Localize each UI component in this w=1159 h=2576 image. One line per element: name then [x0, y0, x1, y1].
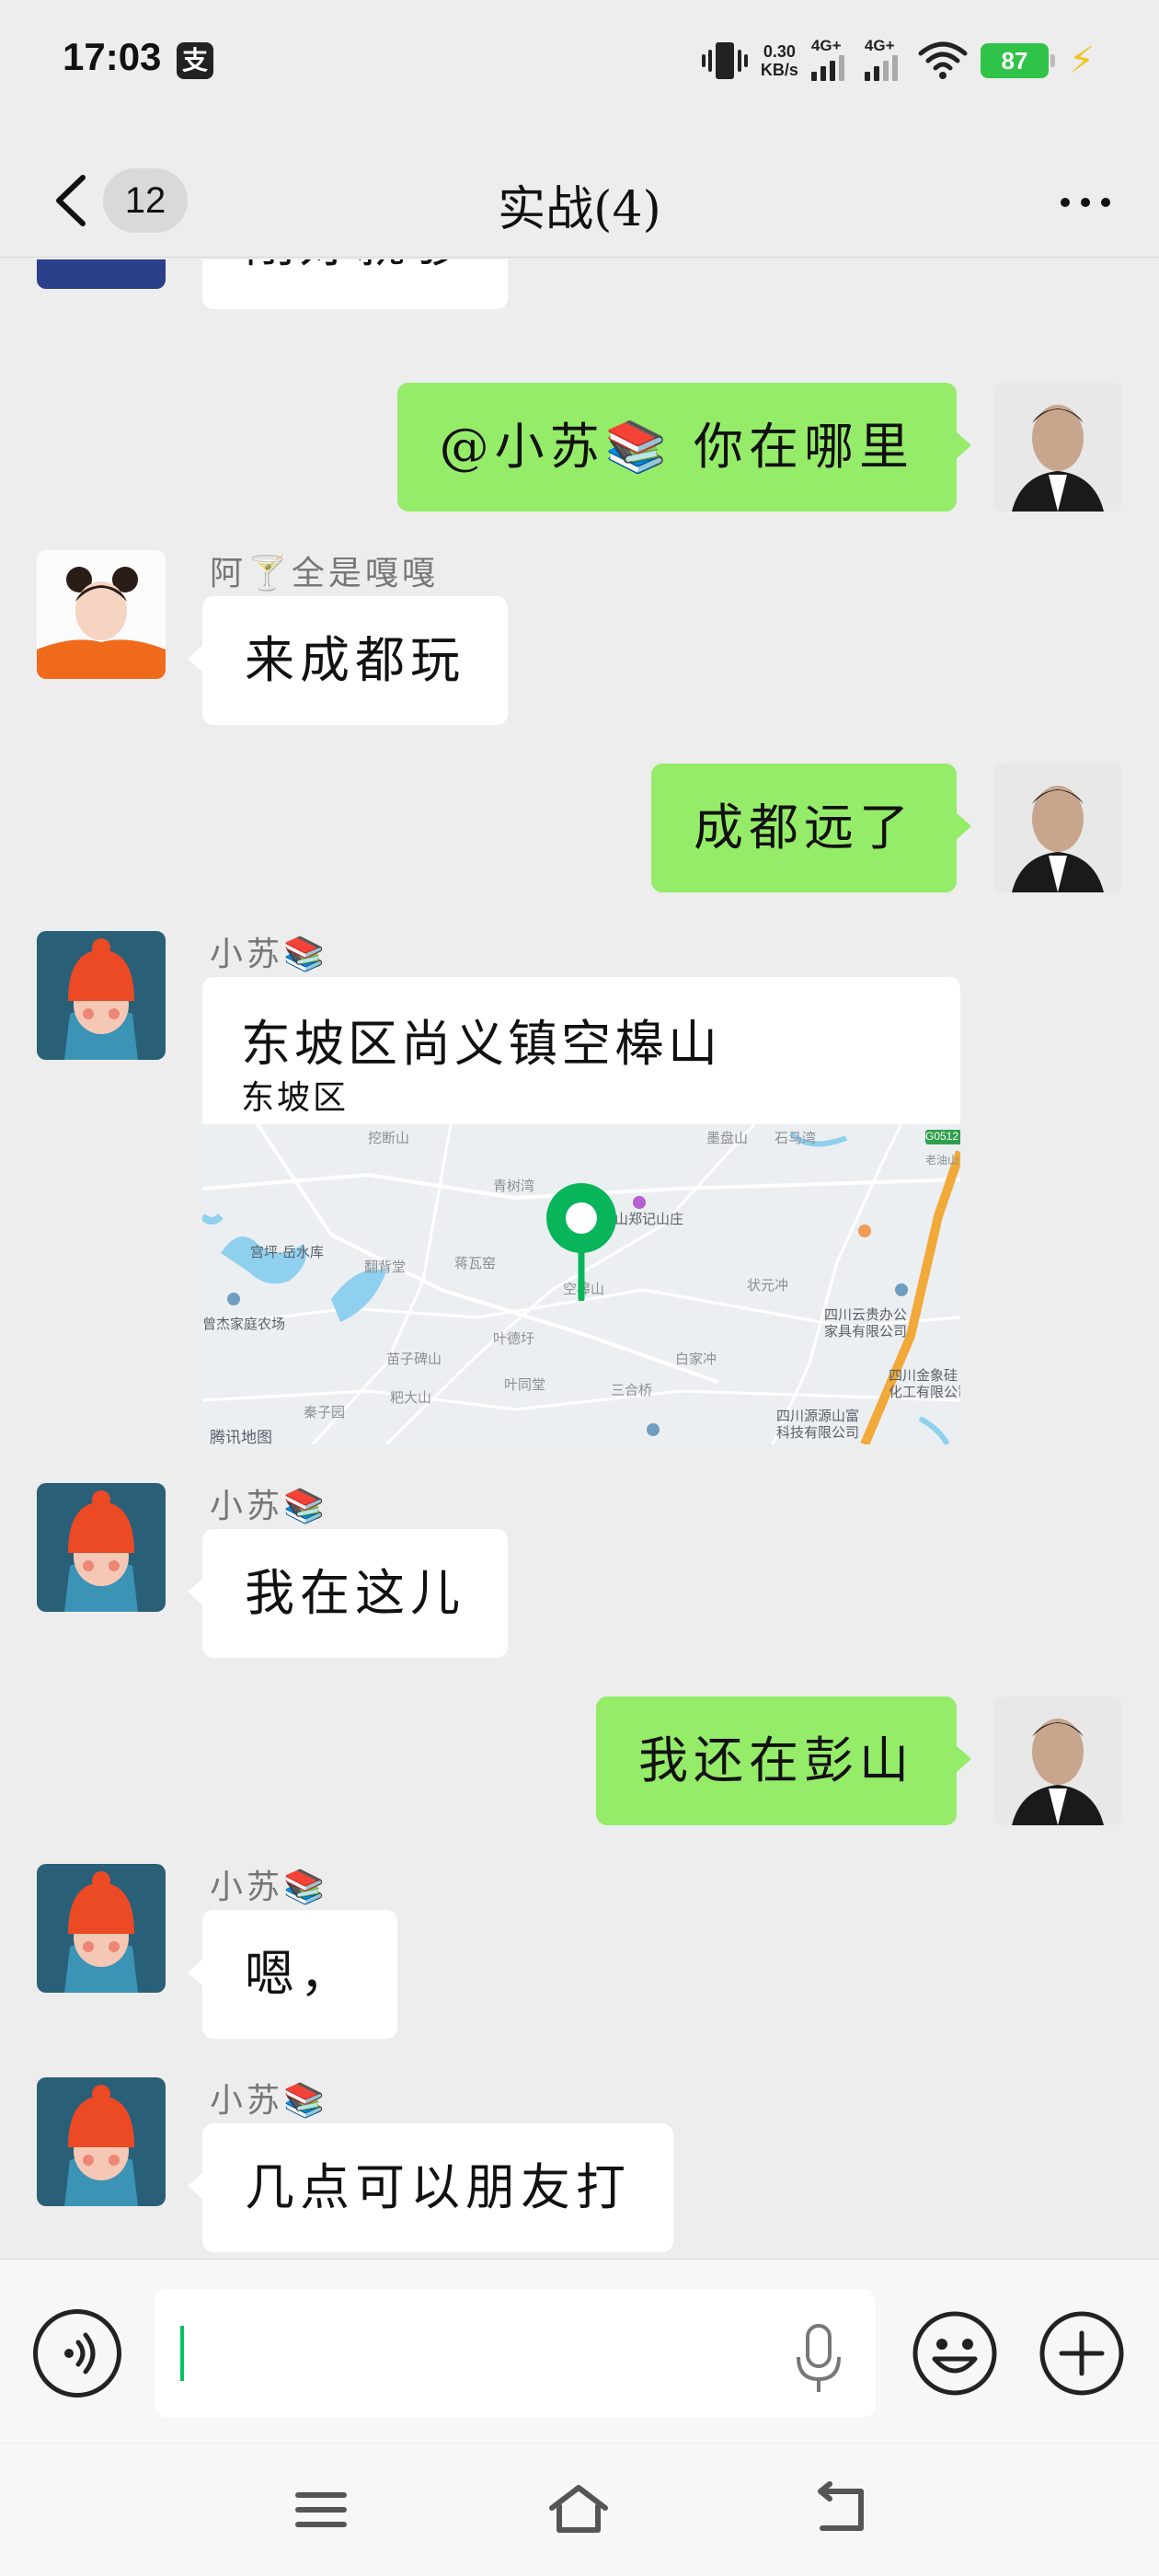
map-label: 石马湾 [775, 1131, 817, 1146]
avatar[interactable] [993, 764, 1122, 892]
back-nav-icon [818, 2481, 864, 2531]
message-bubble[interactable]: 几点可以朋友打 [188, 2123, 673, 2252]
map-label: 叶同堂 [504, 1377, 546, 1393]
avatar[interactable] [993, 1696, 1122, 1825]
plus-icon [1039, 2311, 1124, 2396]
location-pin-icon [546, 1183, 616, 1301]
map-label: 挖断山 [368, 1131, 410, 1146]
avatar[interactable] [37, 931, 166, 1060]
tencent-map-logo: 腾讯地图 [210, 1429, 272, 1444]
home-icon [549, 2485, 608, 2533]
sender-name: 小苏📚 [210, 1869, 328, 1906]
mic-icon[interactable] [791, 2320, 846, 2398]
status-time: 17:03 [63, 35, 162, 78]
location-subtitle: 东坡区 [241, 1079, 350, 1117]
vibrate-icon [701, 40, 748, 81]
voice-icon [64, 2332, 96, 2375]
map-label: 宫坪·岳水库 [250, 1245, 324, 1260]
message-bubble[interactable]: @小苏📚 你在哪里 [396, 383, 972, 512]
more-icon [1061, 198, 1070, 207]
message-list[interactable]: 刚好就够 @小苏📚 你在哪里 阿🍸全是嘎嘎 来成都玩 成都远了 小苏📚 东坡区尚… [0, 259, 1159, 2258]
map-label: 叶德圩 [493, 1331, 535, 1347]
map-label: 化工有限公司 [889, 1385, 960, 1400]
wifi-icon [918, 40, 968, 81]
map-label: 苗子碑山 [386, 1351, 442, 1367]
plus-button[interactable] [1038, 2309, 1126, 2398]
chat-header: 12 实战(4) [0, 143, 1159, 258]
system-nav-bar [0, 2444, 1159, 2576]
menu-icon [295, 2492, 347, 2527]
input-bar [0, 2259, 1159, 2443]
sender-name: 小苏📚 [210, 1488, 328, 1525]
message-bubble[interactable]: 嗯， [188, 1910, 397, 2039]
avatar[interactable] [37, 550, 166, 679]
sender-name: 阿🍸全是嘎嘎 [210, 555, 439, 592]
charging-icon: ⚡ [1068, 40, 1095, 82]
map-label: 三合桥 [611, 1383, 653, 1398]
map-label: 翻背堂 [364, 1259, 407, 1275]
map-label: G0512 [925, 1130, 959, 1143]
map-label: 家具有限公司 [824, 1324, 908, 1340]
back-nav-button[interactable] [806, 2480, 870, 2539]
more-button[interactable] [1049, 179, 1122, 225]
home-button[interactable] [546, 2480, 611, 2539]
message-bubble[interactable]: 刚好就够 [202, 259, 508, 309]
net-speed: 0.30 KB/s [761, 42, 798, 79]
map-label: 白家冲 [675, 1351, 717, 1367]
text-cursor [180, 2326, 184, 2381]
signal-sim2-icon: 4G+ [864, 37, 905, 81]
map-label: 状元冲 [747, 1278, 789, 1294]
message-bubble[interactable]: 我在这儿 [188, 1529, 508, 1658]
avatar[interactable] [37, 259, 166, 289]
voice-button[interactable] [33, 2309, 121, 2398]
emoji-button[interactable] [911, 2309, 999, 2398]
message-bubble[interactable]: 我还在彭山 [596, 1696, 971, 1825]
map-label: 山郑记山庄 [614, 1212, 684, 1227]
map-label: 粑大山 [390, 1390, 432, 1406]
map-label: 青树湾 [493, 1179, 535, 1194]
chat-title: 实战(4) [498, 182, 661, 237]
location-card[interactable]: 东坡区尚义镇空槔山 东坡区 挖断山 墨盘山 石马湾 G0512 老油山 青树湾 … [202, 977, 960, 1444]
map-label: 蒋瓦窑 [454, 1256, 497, 1271]
location-map[interactable]: 挖断山 墨盘山 石马湾 G0512 老油山 青树湾 山郑记山庄 宫坪·岳水库 翻… [202, 1124, 960, 1444]
map-label: 曾杰家庭农场 [202, 1317, 286, 1332]
avatar[interactable] [993, 383, 1122, 512]
map-label: 老油山 [925, 1154, 959, 1167]
location-title: 东坡区尚义镇空槔山 [241, 1015, 721, 1073]
avatar[interactable] [37, 2077, 166, 2206]
sim1-label: 4G+ [810, 37, 842, 54]
battery-icon: 87 [980, 43, 1055, 78]
signal-sim1-icon: 4G+ [810, 37, 852, 81]
net-speed-value: 0.30 [763, 42, 796, 61]
message-input[interactable] [155, 2289, 876, 2418]
avatar[interactable] [37, 1483, 166, 1612]
menu-button[interactable] [289, 2480, 353, 2539]
message-bubble[interactable]: 成都远了 [651, 764, 971, 892]
alipay-icon: 支 [177, 42, 213, 79]
emoji-icon [912, 2311, 997, 2396]
sim2-label: 4G+ [864, 37, 895, 54]
avatar[interactable] [37, 1864, 166, 1993]
message-bubble[interactable]: 来成都玩 [188, 596, 508, 725]
status-bar: 17:03 支 0.30 KB/s 4G+ 4G+ 87 ⚡ [0, 0, 1159, 124]
map-label: 科技有限公司 [776, 1425, 860, 1441]
status-icons: 0.30 KB/s 4G+ 4G+ 87 ⚡ [701, 33, 1095, 88]
sender-name: 小苏📚 [210, 2082, 328, 2120]
map-label: 秦子园 [304, 1405, 346, 1420]
map-label: 墨盘山 [706, 1131, 749, 1146]
sender-name: 小苏📚 [210, 936, 328, 973]
net-speed-unit: KB/s [760, 61, 798, 79]
